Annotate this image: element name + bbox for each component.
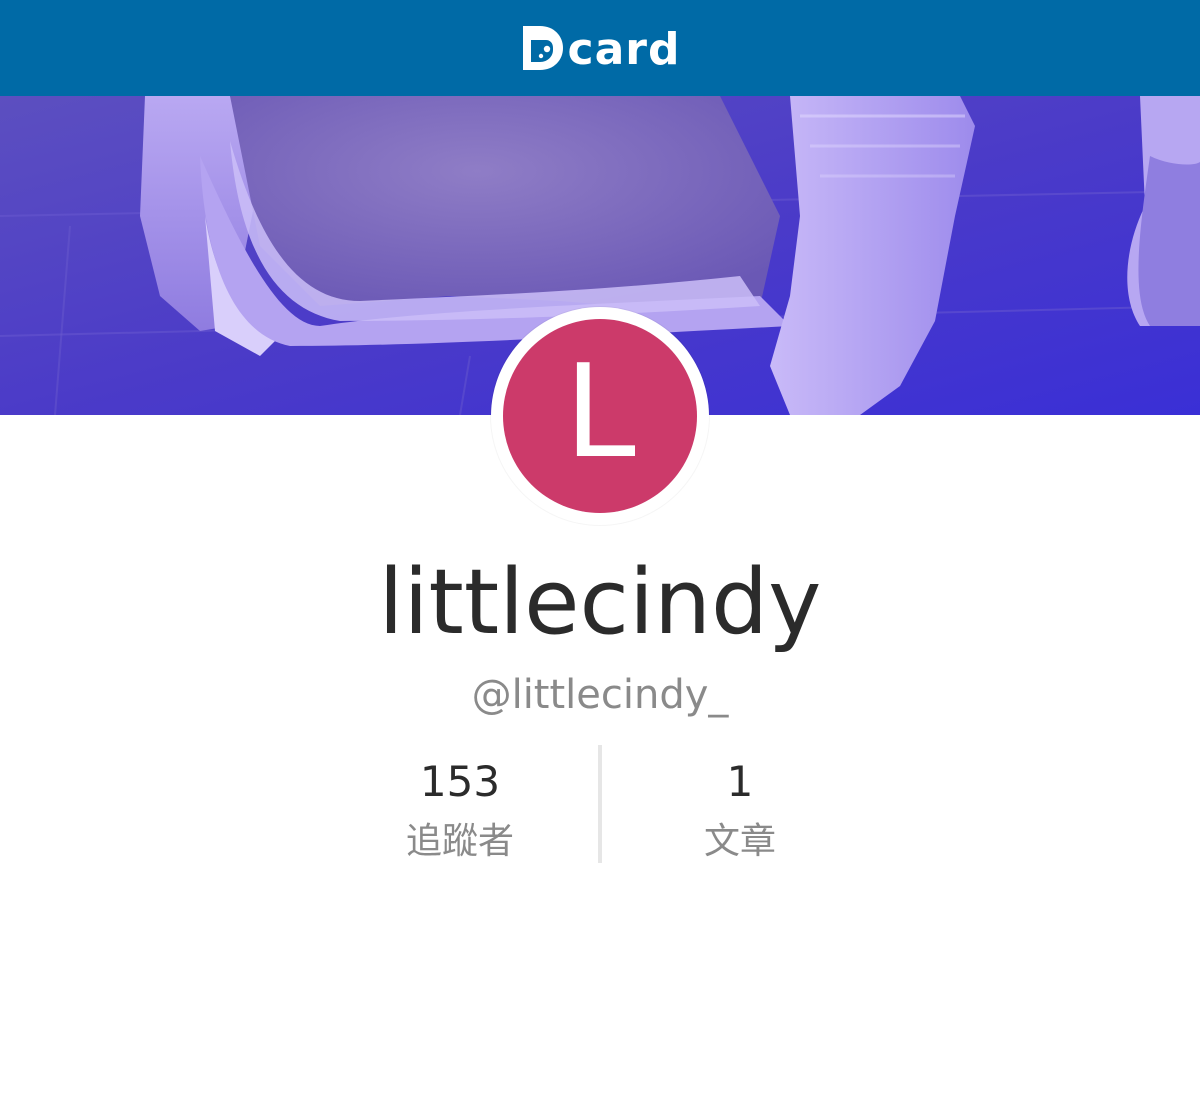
- user-handle: @littlecindy_: [471, 672, 729, 718]
- display-name: littlecindy: [378, 550, 822, 655]
- posts-count: 1: [726, 757, 754, 806]
- profile-page: card L littlecindy @littlecindy_ 153 追蹤者…: [0, 0, 1200, 1110]
- followers-label: 追蹤者: [405, 821, 514, 862]
- avatar[interactable]: L: [491, 307, 709, 525]
- dcard-logo[interactable]: card: [520, 18, 681, 78]
- top-header: card: [0, 0, 1200, 96]
- avatar-initial-circle: L: [503, 319, 697, 513]
- followers-stat[interactable]: 153 追蹤者: [340, 745, 580, 867]
- avatar-initial: L: [564, 338, 636, 487]
- posts-stat[interactable]: 1 文章: [620, 745, 860, 867]
- posts-label: 文章: [703, 821, 776, 862]
- stats-divider: [598, 745, 602, 863]
- logo-text: card: [567, 24, 681, 75]
- profile-stats: 153 追蹤者 1 文章: [0, 745, 1200, 865]
- dcard-logo-icon: [522, 26, 563, 70]
- followers-count: 153: [419, 757, 501, 806]
